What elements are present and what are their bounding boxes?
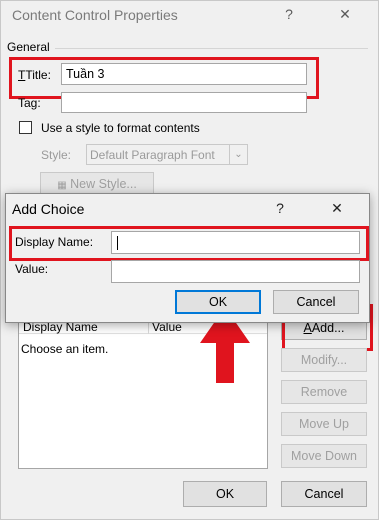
tag-input[interactable] [61,92,307,113]
move-up-button[interactable]: Move Up [281,412,367,436]
tag-field-label: Tag: [18,96,41,110]
add-choice-close-icon[interactable]: ✕ [328,200,346,217]
new-style-icon: ▦ [57,180,67,191]
chevron-down-icon: ⌄ [229,145,247,164]
window-title: Content Control Properties [12,7,178,23]
style-select[interactable]: Default Paragraph Font ⌄ [86,144,248,165]
title-input[interactable]: Tuần 3 [61,63,307,85]
display-name-label: Display Name: [15,235,94,249]
title-field-label: TTitle: [18,68,51,82]
text-cursor [117,236,118,250]
style-label: Style: [41,148,72,162]
use-style-label: Use a style to format contents [41,121,200,135]
style-select-value: Default Paragraph Font [90,148,215,162]
add-choice-help-icon[interactable]: ? [271,200,289,216]
modify-button[interactable]: Modify... [281,348,367,372]
list-item[interactable]: Choose an item. [21,342,108,356]
cancel-button[interactable]: Cancel [281,481,367,507]
use-style-checkbox[interactable] [19,121,32,134]
general-group-label: General [7,40,50,54]
value-label: Value: [15,262,49,276]
add-choice-cancel-button[interactable]: Cancel [273,290,359,314]
group-divider [55,48,368,49]
add-choice-ok-button[interactable]: OK [175,290,261,314]
value-input[interactable] [111,260,360,283]
remove-button[interactable]: Remove [281,380,367,404]
add-choice-title: Add Choice [12,201,85,217]
help-icon[interactable]: ? [280,6,298,22]
display-name-input[interactable] [111,231,360,254]
close-icon[interactable]: ✕ [336,6,354,23]
ok-button[interactable]: OK [183,481,267,507]
move-down-button[interactable]: Move Down [281,444,367,468]
